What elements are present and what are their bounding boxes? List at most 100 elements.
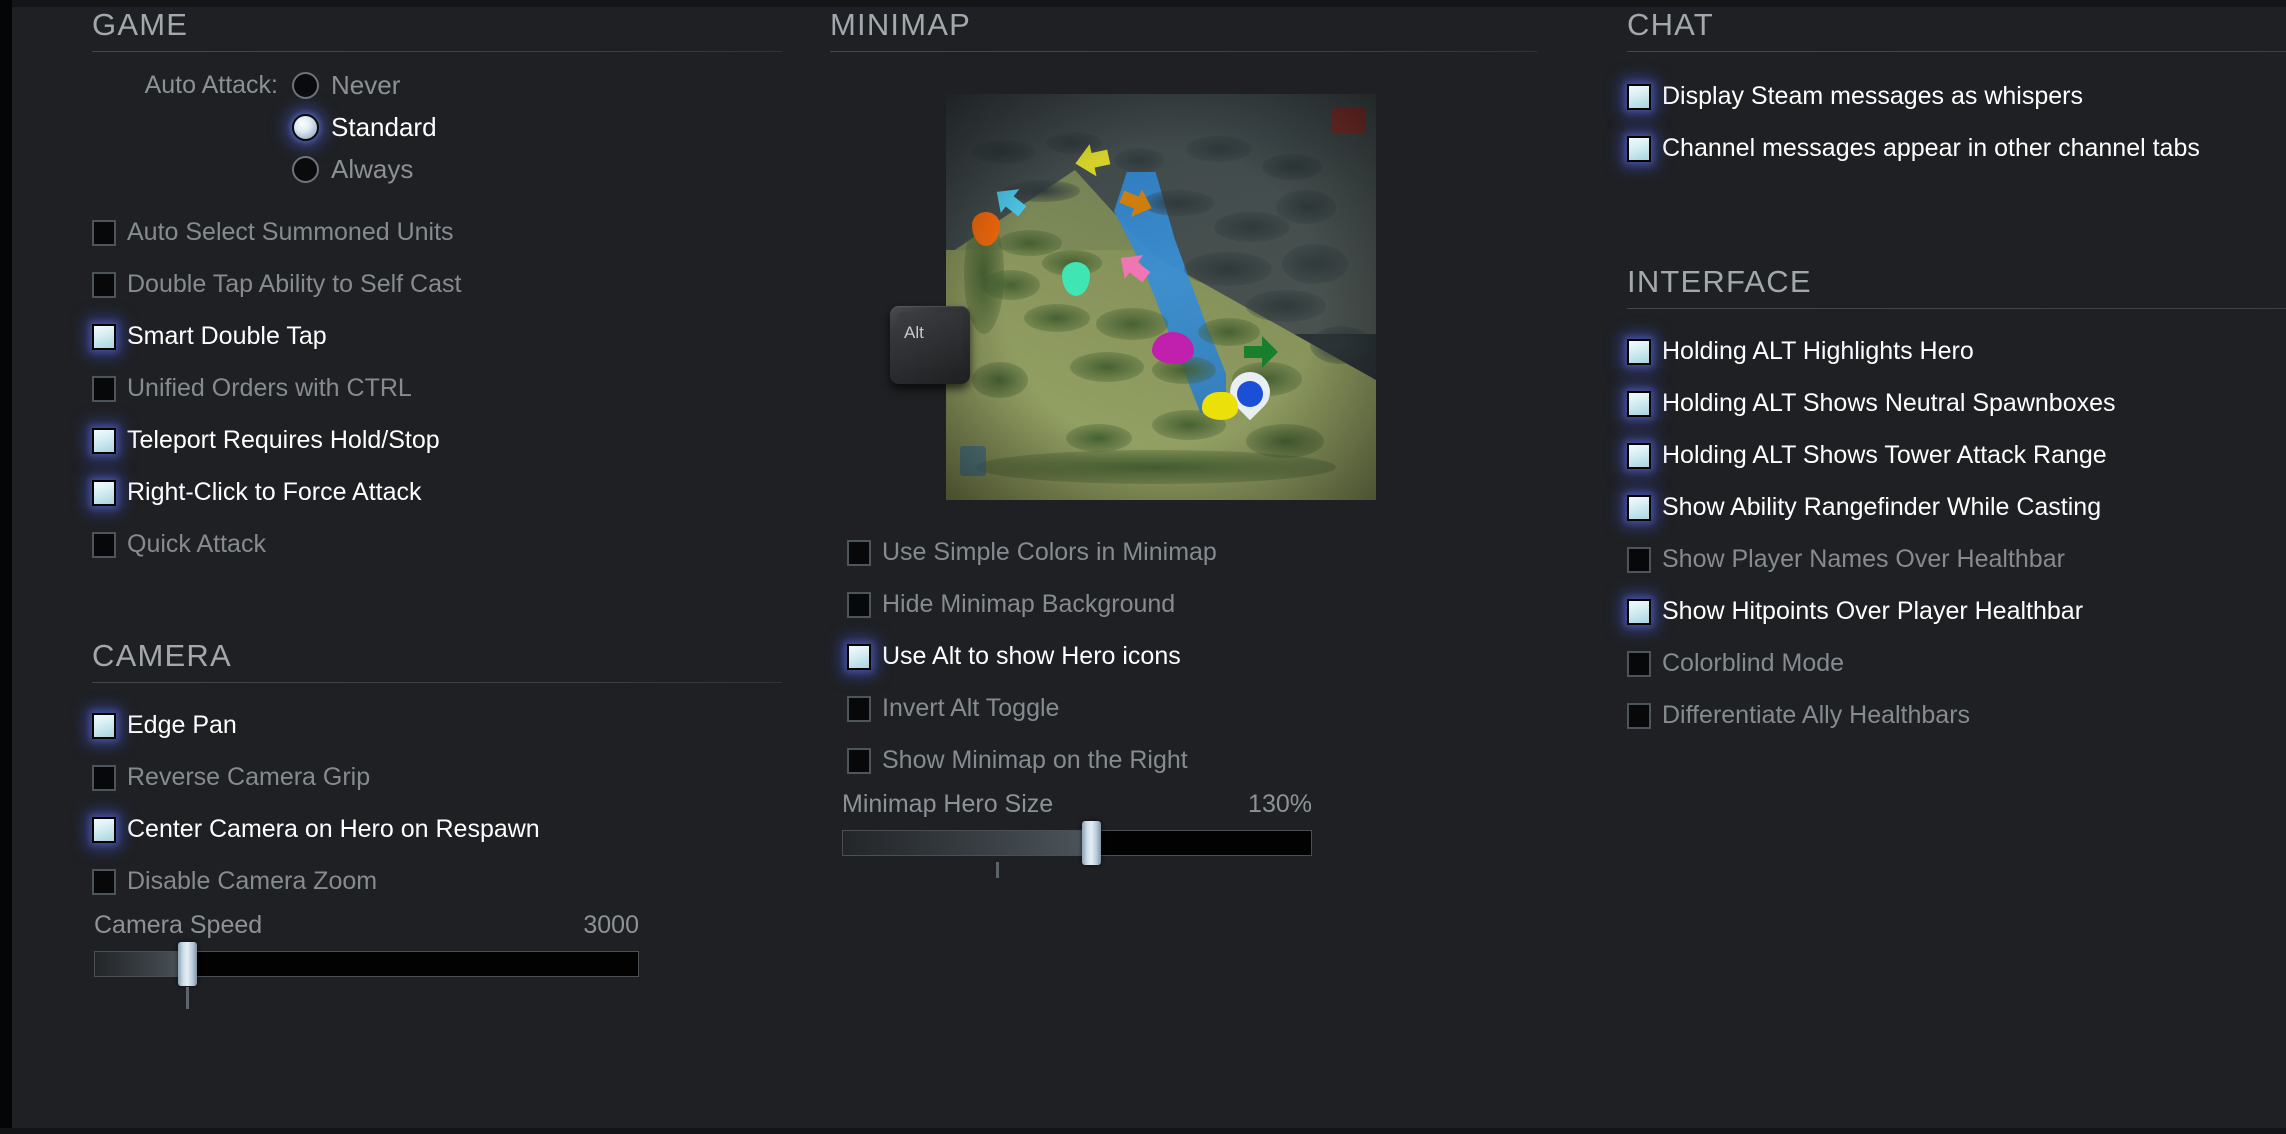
section-divider-minimap — [830, 51, 1537, 52]
checkbox-invert-alt-toggle[interactable] — [847, 695, 871, 722]
checkbox-row-quick-attack[interactable]: Quick Attack — [92, 525, 815, 564]
checkbox-use-alt-to-show-hero-icons[interactable] — [847, 643, 871, 670]
minimap-hero-size-default-tick — [996, 862, 1000, 878]
checkbox-use-simple-colors-in-minimap[interactable] — [847, 539, 871, 566]
checkbox-holding-alt-shows-tower-attack-range[interactable] — [1627, 442, 1651, 469]
checkbox-show-player-names-over-healthbar[interactable] — [1627, 546, 1651, 573]
checkbox-display-steam-messages-as-whispers[interactable] — [1627, 83, 1651, 110]
checkbox-row-auto-select-summoned-units[interactable]: Auto Select Summoned Units — [92, 213, 815, 252]
checkbox-edge-pan[interactable] — [92, 712, 116, 739]
camera-speed-fill — [95, 952, 188, 976]
checkbox-row-disable-camera-zoom[interactable]: Disable Camera Zoom — [92, 862, 815, 901]
checkbox-colorblind-mode[interactable] — [1627, 650, 1651, 677]
checkbox-show-hitpoints-over-player-healthbar[interactable] — [1627, 598, 1651, 625]
checkbox-label-reverse-camera-grip: Reverse Camera Grip — [127, 763, 371, 791]
checkbox-row-hide-minimap-background[interactable]: Hide Minimap Background — [847, 585, 1565, 624]
checkbox-auto-select-summoned-units[interactable] — [92, 219, 116, 246]
bottom-edge-strip — [0, 1128, 2286, 1134]
checkbox-row-display-steam-messages-as-whispers[interactable]: Display Steam messages as whispers — [1627, 77, 2286, 116]
checkbox-label-teleport-requires-hold-stop: Teleport Requires Hold/Stop — [127, 426, 440, 454]
spacer-after-radios — [92, 190, 815, 212]
checkbox-row-teleport-requires-hold-stop[interactable]: Teleport Requires Hold/Stop — [92, 421, 815, 460]
checkbox-row-holding-alt-shows-tower-attack-range[interactable]: Holding ALT Shows Tower Attack Range — [1627, 436, 2286, 475]
minimap-bottom-treeline — [976, 450, 1336, 484]
left-edge-gutter — [0, 0, 12, 1134]
row-gap — [847, 728, 1565, 740]
checkbox-row-invert-alt-toggle[interactable]: Invert Alt Toggle — [847, 689, 1565, 728]
radio-row-always[interactable]: Always — [92, 148, 815, 190]
checkbox-row-show-hitpoints-over-player-healthbar[interactable]: Show Hitpoints Over Player Healthbar — [1627, 592, 2286, 631]
radio-never-mark[interactable] — [292, 71, 319, 99]
minimap-forest-clump — [1310, 326, 1372, 364]
interface-checkbox-list: Holding ALT Highlights Hero Holding ALT … — [1627, 332, 2286, 735]
minimap-preview[interactable]: Alt — [890, 94, 1376, 500]
checkbox-hide-minimap-background[interactable] — [847, 591, 871, 618]
camera-speed-value: 3000 — [583, 911, 639, 939]
checkbox-row-right-click-to-force-attack[interactable]: Right-Click to Force Attack — [92, 473, 815, 512]
checkbox-double-tap-ability-to-self-cast[interactable] — [92, 271, 116, 298]
checkbox-row-differentiate-ally-healthbars[interactable]: Differentiate Ally Healthbars — [1627, 696, 2286, 735]
minimap-hero-orange-arrow-icon — [1119, 189, 1152, 217]
column-game: GAME Auto Attack: Never Standard Always … — [0, 7, 815, 1134]
camera-speed-slider[interactable] — [94, 942, 639, 1009]
minimap-hero-size-slider[interactable] — [842, 821, 1312, 878]
checkbox-row-double-tap-ability-to-self-cast[interactable]: Double Tap Ability to Self Cast — [92, 265, 815, 304]
checkbox-label-holding-alt-highlights-hero: Holding ALT Highlights Hero — [1662, 337, 1974, 365]
minimap-hero-cyan-arrow-icon — [996, 189, 1027, 217]
checkbox-teleport-requires-hold-stop[interactable] — [92, 427, 116, 454]
minimap-forest-clump — [1276, 190, 1336, 224]
chat-checkbox-list: Display Steam messages as whispers Chann… — [1627, 77, 2286, 168]
checkbox-holding-alt-shows-neutral-spawnboxes[interactable] — [1627, 390, 1651, 417]
checkbox-differentiate-ally-healthbars[interactable] — [1627, 702, 1651, 729]
checkbox-row-holding-alt-shows-neutral-spawnboxes[interactable]: Holding ALT Shows Neutral Spawnboxes — [1627, 384, 2286, 423]
radio-row-standard[interactable]: Standard — [92, 106, 815, 148]
minimap-hero-size-thumb[interactable] — [1082, 821, 1102, 865]
section-game: GAME Auto Attack: Never Standard Always … — [92, 7, 815, 564]
checkbox-smart-double-tap[interactable] — [92, 323, 116, 350]
checkbox-label-colorblind-mode: Colorblind Mode — [1662, 649, 1845, 677]
minimap-hero-size-track[interactable] — [842, 830, 1312, 856]
section-title-chat: CHAT — [1627, 7, 1714, 42]
checkbox-holding-alt-highlights-hero[interactable] — [1627, 338, 1651, 365]
checkbox-row-show-ability-rangefinder-while-casting[interactable]: Show Ability Rangefinder While Casting — [1627, 488, 2286, 527]
section-title-camera: CAMERA — [92, 638, 232, 673]
checkbox-row-colorblind-mode[interactable]: Colorblind Mode — [1627, 644, 2286, 683]
minimap-forest-clump — [1114, 148, 1164, 172]
radio-row-never[interactable]: Auto Attack: Never — [92, 64, 815, 106]
checkbox-quick-attack[interactable] — [92, 531, 116, 558]
camera-speed-track[interactable] — [94, 951, 639, 977]
checkbox-center-camera-on-hero-on-respawn[interactable] — [92, 816, 116, 843]
checkbox-row-channel-messages-appear-in-other-channel-tabs[interactable]: Channel messages appear in other channel… — [1627, 129, 2286, 168]
checkbox-row-edge-pan[interactable]: Edge Pan — [92, 706, 815, 745]
checkbox-right-click-to-force-attack[interactable] — [92, 479, 116, 506]
checkbox-show-ability-rangefinder-while-casting[interactable] — [1627, 494, 1651, 521]
checkbox-row-smart-double-tap[interactable]: Smart Double Tap — [92, 317, 815, 356]
camera-speed-thumb[interactable] — [177, 942, 197, 986]
checkbox-row-use-alt-to-show-hero-icons[interactable]: Use Alt to show Hero icons — [847, 637, 1565, 676]
row-gap — [92, 460, 815, 472]
checkbox-row-center-camera-on-hero-on-respawn[interactable]: Center Camera on Hero on Respawn — [92, 810, 815, 849]
minimap-hero-magenta-blob-icon — [1152, 332, 1194, 364]
checkbox-show-minimap-on-the-right[interactable] — [847, 747, 871, 774]
row-gap — [92, 849, 815, 861]
checkbox-row-unified-orders-with-ctrl[interactable]: Unified Orders with CTRL — [92, 369, 815, 408]
minimap-forest-clump — [1184, 252, 1272, 286]
checkbox-unified-orders-with-ctrl[interactable] — [92, 375, 116, 402]
checkbox-label-center-camera-on-hero-on-respawn: Center Camera on Hero on Respawn — [127, 815, 540, 843]
radio-standard-mark[interactable] — [292, 113, 319, 141]
checkbox-row-show-minimap-on-the-right[interactable]: Show Minimap on the Right — [847, 741, 1565, 780]
checkbox-row-reverse-camera-grip[interactable]: Reverse Camera Grip — [92, 758, 815, 797]
checkbox-row-show-player-names-over-healthbar[interactable]: Show Player Names Over Healthbar — [1627, 540, 2286, 579]
minimap-hero-size-fill — [843, 831, 1092, 855]
minimap-hero-yellow-arrow-icon — [1075, 144, 1111, 177]
minimap-forest-clump — [1282, 244, 1348, 284]
checkbox-channel-messages-appear-in-other-channel-tabs[interactable] — [1627, 135, 1651, 162]
checkbox-row-use-simple-colors-in-minimap[interactable]: Use Simple Colors in Minimap — [847, 533, 1565, 572]
checkbox-label-edge-pan: Edge Pan — [127, 711, 237, 739]
minimap-hero-pink-arrow-icon — [1120, 255, 1151, 283]
dire-ancient — [1332, 108, 1366, 134]
checkbox-row-holding-alt-highlights-hero[interactable]: Holding ALT Highlights Hero — [1627, 332, 2286, 371]
checkbox-disable-camera-zoom[interactable] — [92, 868, 116, 895]
checkbox-reverse-camera-grip[interactable] — [92, 764, 116, 791]
radio-always-mark[interactable] — [292, 155, 319, 183]
